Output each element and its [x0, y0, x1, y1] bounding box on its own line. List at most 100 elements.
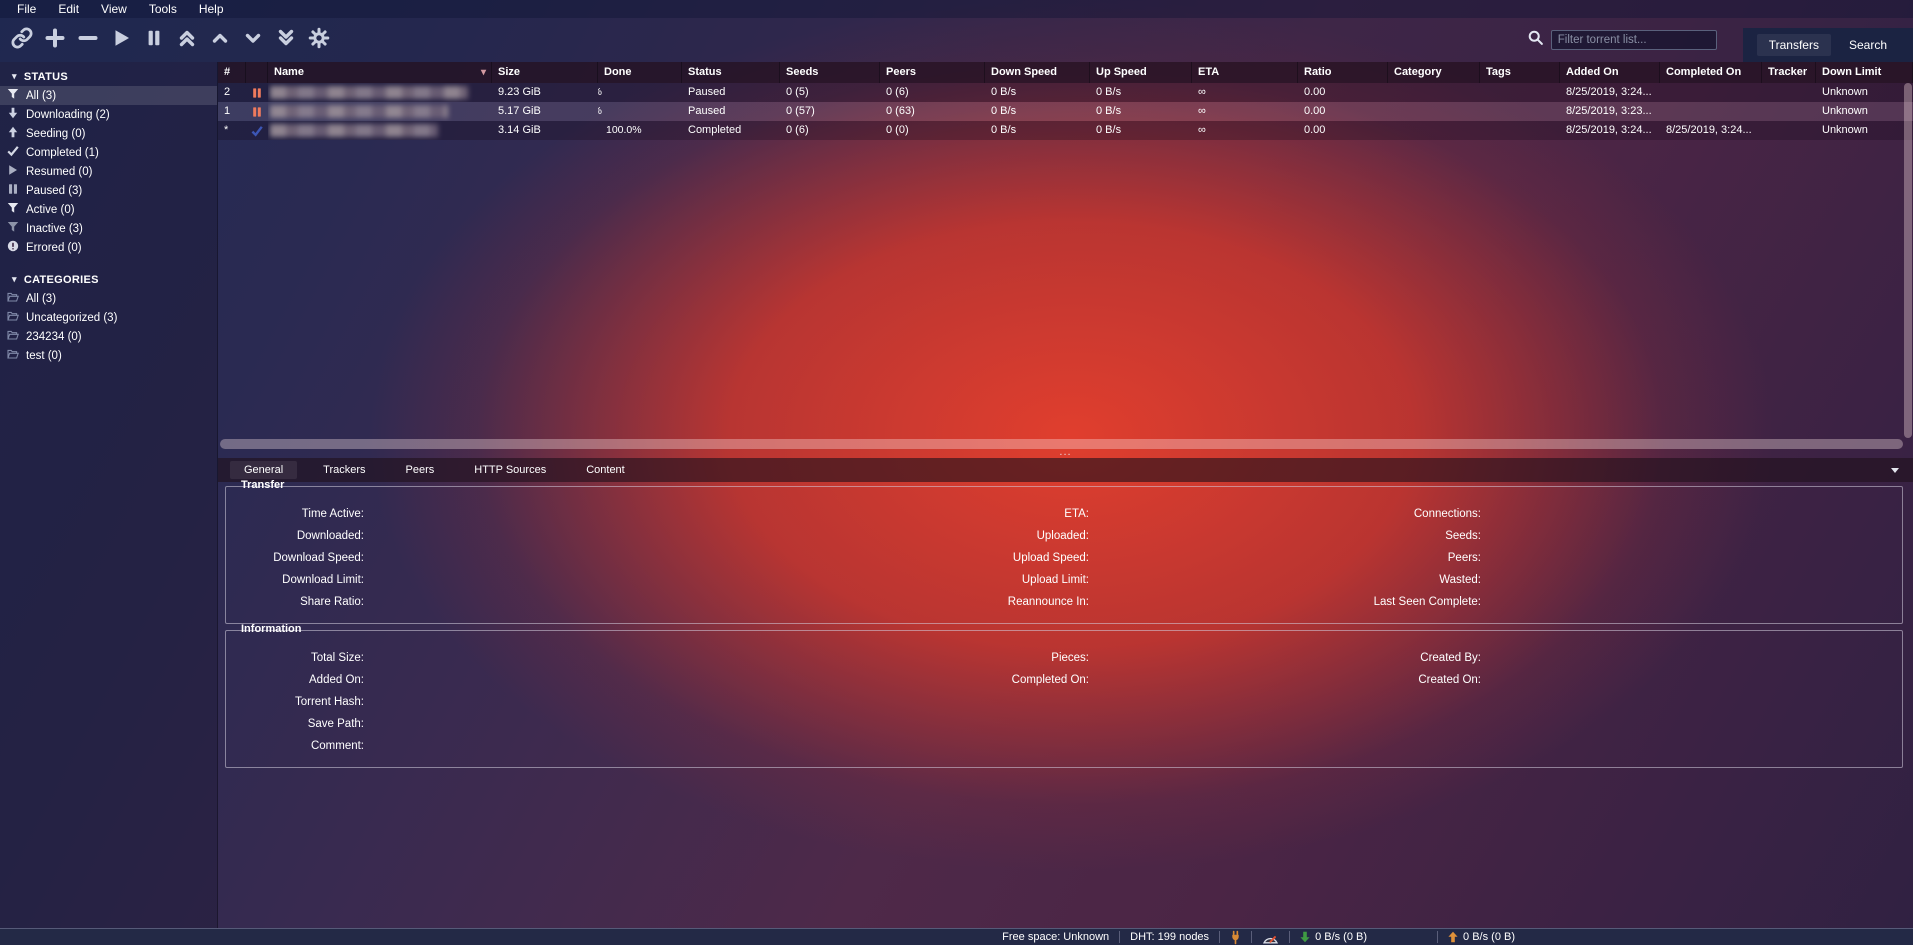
sidebar-item-active[interactable]: Active (0) [0, 200, 217, 219]
priority-top-button[interactable] [175, 28, 199, 52]
sidebar-item-errored[interactable]: Errored (0) [0, 238, 217, 257]
upload-speed-status[interactable]: 0 B/s (0 B) [1448, 931, 1515, 943]
cell-added-on: 8/25/2019, 3:24... [1560, 83, 1660, 102]
sidebar-category-uncategorized[interactable]: Uncategorized (3) [0, 308, 217, 327]
redacted-name-blur [270, 86, 468, 99]
col-header-size[interactable]: Size [492, 62, 598, 83]
col-header-done[interactable]: Done [598, 62, 682, 83]
cell-name-redacted [268, 83, 492, 102]
separator [1219, 931, 1220, 943]
tab-http-sources[interactable]: HTTP Sources [460, 461, 560, 479]
priority-down-button[interactable] [241, 28, 265, 52]
sidebar-item-paused[interactable]: Paused (3) [0, 181, 217, 200]
menu-tools[interactable]: Tools [138, 0, 188, 18]
sidebar-category-all[interactable]: All (3) [0, 289, 217, 308]
menu-help[interactable]: Help [188, 0, 235, 18]
torrent-row[interactable]: 2 9.23 GiB 0.4% Paused 0 (5) 0 (6) 0 B/s… [218, 83, 1913, 102]
sidebar-category-test[interactable]: test (0) [0, 346, 217, 365]
menu-view[interactable]: View [90, 0, 138, 18]
pause-button[interactable] [142, 28, 166, 52]
tab-trackers[interactable]: Trackers [309, 461, 379, 479]
resume-button[interactable] [109, 28, 133, 52]
col-header-down-limit[interactable]: Down Limit [1816, 62, 1913, 83]
play-icon [7, 164, 19, 179]
chevron-down-icon [242, 27, 264, 54]
tab-content[interactable]: Content [572, 461, 639, 479]
cell-done: 9.2% [598, 102, 682, 121]
cell-done: 100.0% [598, 121, 682, 140]
torrent-row[interactable]: * 3.14 GiB 100.0% Completed 0 (6) 0 (0) … [218, 121, 1913, 140]
filter-muted-icon [7, 221, 19, 236]
col-header-category[interactable]: Category [1388, 62, 1480, 83]
priority-bottom-button[interactable] [274, 28, 298, 52]
col-header-tags[interactable]: Tags [1480, 62, 1560, 83]
label-eta: ETA: [364, 508, 1089, 520]
cell-up-speed: 0 B/s [1090, 102, 1192, 121]
panel-splitter-handle[interactable]: ... [218, 446, 1913, 458]
col-header-status[interactable]: Status [682, 62, 780, 83]
col-header-added-on[interactable]: Added On [1560, 62, 1660, 83]
options-button[interactable] [307, 28, 331, 52]
delete-torrent-button[interactable] [76, 28, 100, 52]
label-wasted: Wasted: [1089, 574, 1481, 586]
sidebar-item-downloading[interactable]: Downloading (2) [0, 105, 217, 124]
col-header-completed-on[interactable]: Completed On [1660, 62, 1762, 83]
status-section-header[interactable]: ▾STATUS [0, 67, 217, 86]
add-torrent-link-button[interactable] [10, 28, 34, 52]
connection-status-icon[interactable] [1230, 930, 1241, 945]
sidebar-category-234234[interactable]: 234234 (0) [0, 327, 217, 346]
col-header-number[interactable]: # [218, 62, 246, 83]
sidebar-item-inactive[interactable]: Inactive (3) [0, 219, 217, 238]
folder-icon [7, 329, 19, 344]
label-download-speed: Download Speed: [226, 552, 364, 564]
torrent-row[interactable]: 1 5.17 GiB 9.2% Paused 0 (57) 0 (63) 0 B… [218, 102, 1913, 121]
cell-number: 2 [218, 83, 246, 102]
label-torrent-hash: Torrent Hash: [226, 696, 364, 708]
col-header-name-label: Name [274, 62, 304, 83]
col-header-name[interactable]: Name▾ [268, 62, 492, 83]
sidebar-item-completed[interactable]: Completed (1) [0, 143, 217, 162]
col-header-up-speed[interactable]: Up Speed [1090, 62, 1192, 83]
vertical-scrollbar[interactable] [1904, 83, 1912, 438]
link-icon [11, 27, 33, 54]
status-header-label: STATUS [24, 71, 68, 83]
col-header-state[interactable] [246, 62, 268, 83]
col-header-tracker[interactable]: Tracker [1762, 62, 1816, 83]
information-fieldset: Information Total Size:Pieces:Created By… [225, 630, 1903, 768]
cell-down-speed: 0 B/s [985, 121, 1090, 140]
sidebar-item-seeding[interactable]: Seeding (0) [0, 124, 217, 143]
menu-file[interactable]: File [6, 0, 47, 18]
label-peers: Peers: [1089, 552, 1481, 564]
label-last-seen-complete: Last Seen Complete: [1089, 596, 1481, 608]
collapse-triangle-icon: ▾ [12, 274, 17, 285]
separator [1119, 931, 1120, 943]
col-header-peers[interactable]: Peers [880, 62, 985, 83]
sidebar-item-resumed[interactable]: Resumed (0) [0, 162, 217, 181]
tab-peers[interactable]: Peers [392, 461, 449, 479]
cell-ratio: 0.00 [1298, 83, 1388, 102]
detail-tab-bar: General Trackers Peers HTTP Sources Cont… [218, 458, 1913, 482]
filter-torrent-input[interactable] [1551, 30, 1717, 50]
label-share-ratio: Share Ratio: [226, 596, 364, 608]
download-speed-status[interactable]: 0 B/s (0 B) [1300, 931, 1367, 943]
chevron-down-icon[interactable] [1891, 468, 1899, 473]
col-header-ratio[interactable]: Ratio [1298, 62, 1388, 83]
sidebar-item-all[interactable]: All (3) [0, 86, 217, 105]
cell-down-speed: 0 B/s [985, 102, 1090, 121]
main-panel: # Name▾ Size Done Status Seeds Peers Dow… [218, 62, 1913, 928]
qbittorrent-webui: File Edit View Tools Help Transfers [0, 0, 1913, 945]
add-torrent-file-button[interactable] [43, 28, 67, 52]
alt-speed-limits-icon[interactable] [1262, 930, 1279, 945]
tab-transfers[interactable]: Transfers [1757, 34, 1831, 56]
priority-up-button[interactable] [208, 28, 232, 52]
menu-edit[interactable]: Edit [47, 0, 90, 18]
folder-icon [7, 310, 19, 325]
dht-nodes-label: DHT: 199 nodes [1130, 931, 1209, 943]
col-header-eta[interactable]: ETA [1192, 62, 1298, 83]
col-header-down-speed[interactable]: Down Speed [985, 62, 1090, 83]
tab-general[interactable]: General [230, 461, 297, 479]
col-header-seeds[interactable]: Seeds [780, 62, 880, 83]
categories-section-header[interactable]: ▾CATEGORIES [0, 270, 217, 289]
tab-search[interactable]: Search [1837, 34, 1899, 56]
cell-tracker [1762, 102, 1816, 121]
